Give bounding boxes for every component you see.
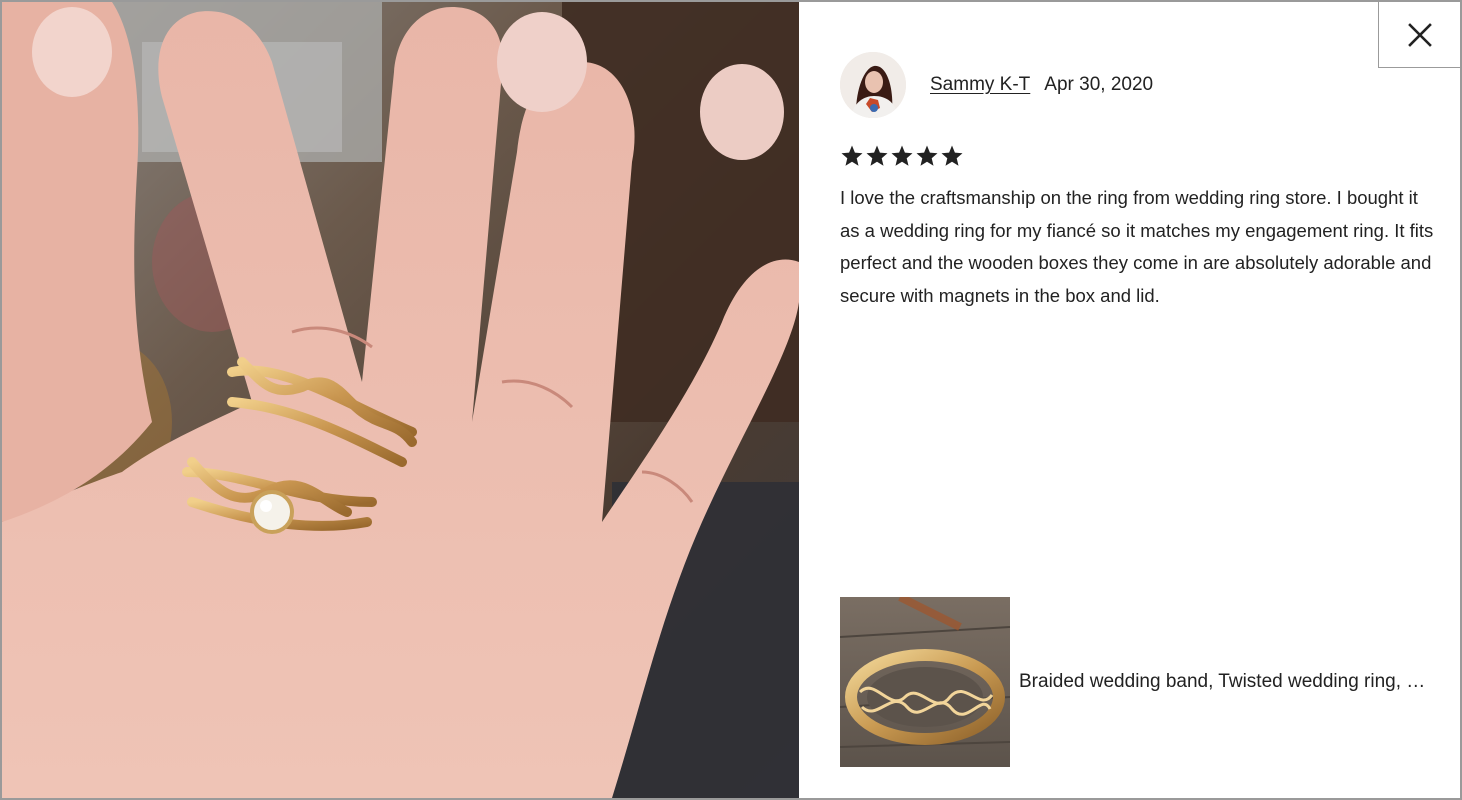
review-photo-modal: Sammy K-T Apr 30, 2020 I love the crafts… xyxy=(0,0,1462,800)
star-rating xyxy=(840,144,964,168)
review-panel: Sammy K-T Apr 30, 2020 I love the crafts… xyxy=(799,2,1460,798)
close-button[interactable] xyxy=(1378,2,1460,68)
review-photo xyxy=(2,2,799,798)
avatar[interactable] xyxy=(840,52,906,118)
close-icon xyxy=(1407,22,1432,47)
review-text: I love the craftsmanship on the ring fro… xyxy=(840,187,1434,307)
star-icon xyxy=(891,145,913,166)
star-icon xyxy=(941,145,963,166)
item-title[interactable]: Braided wedding band, Twisted wedding ri… xyxy=(1019,671,1437,693)
reviewer-name-link[interactable]: Sammy K-T xyxy=(930,74,1030,96)
star-icon xyxy=(866,145,888,166)
star-icon xyxy=(841,145,863,166)
reviewed-item-link[interactable]: Braided wedding band, Twisted wedding ri… xyxy=(840,596,1440,768)
star-icon xyxy=(916,145,938,166)
review-date: Apr 30, 2020 xyxy=(1044,74,1154,95)
item-thumbnail[interactable] xyxy=(840,597,1010,767)
reviewer-header: Sammy K-T Apr 30, 2020 xyxy=(840,52,1153,118)
